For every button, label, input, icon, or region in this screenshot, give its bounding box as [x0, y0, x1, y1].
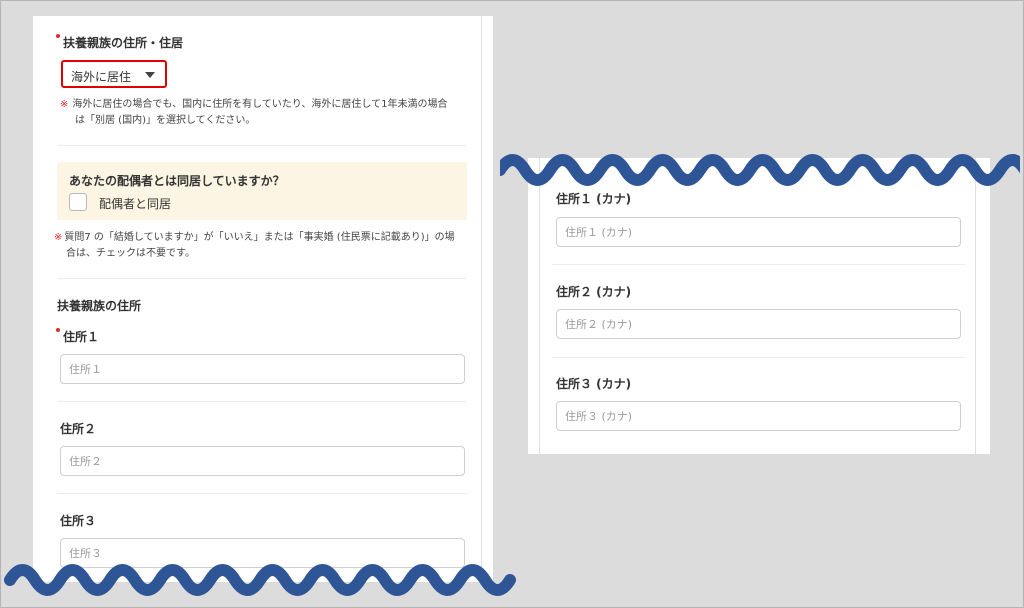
section-divider [552, 357, 965, 358]
residence-note: ※ 海外に居住の場合でも、国内に住所を有していたり、海外に居住して1年未満の場合 … [60, 97, 447, 129]
address1-label: 住所１ [63, 330, 100, 344]
right-form-panel: 住所１ (カナ) 住所２ (カナ) 住所３ (カナ) [528, 158, 990, 454]
residence-note-line1: 海外に居住の場合でも、国内に住所を有していたり、海外に居住して1年未満の場合 [72, 99, 448, 110]
spouse-cohabit-checkbox-label[interactable]: 配偶者と同居 [99, 195, 171, 212]
address3-label: 住所３ [60, 514, 97, 528]
cut-wave-top-icon [500, 154, 1020, 186]
spouse-note-line2: 合は、チェックは不要です。 [66, 248, 195, 259]
address1-input[interactable] [60, 354, 465, 384]
residence-select[interactable]: 海外に居住 [61, 60, 167, 88]
section-divider [57, 401, 467, 402]
section-divider [57, 493, 467, 494]
residence-select-value: 海外に居住 [71, 70, 132, 84]
residence-note-line2: は「別居 (国内)」を選択してください。 [75, 115, 256, 126]
spouse-question: あなたの配偶者とは同居していますか？ [69, 174, 285, 188]
spouse-cohabit-box: あなたの配偶者とは同居していますか？ 配偶者と同居 [57, 162, 467, 220]
section-divider [57, 145, 467, 146]
required-indicator [56, 328, 60, 332]
required-indicator [56, 34, 60, 38]
cut-wave-bottom-icon [4, 564, 516, 596]
spouse-note: ※ 質問7 の「結婚していますか」が「いいえ」または「事実婚 (住民票に記載あり)… [54, 230, 455, 262]
address1-kana-label: 住所１ (カナ) [556, 192, 632, 206]
address2-label: 住所２ [60, 422, 97, 436]
residence-label: 扶養親族の住所・住居 [63, 36, 184, 50]
section-divider [552, 264, 965, 265]
note-mark: ※ [60, 99, 69, 110]
address2-kana-label: 住所２ (カナ) [556, 285, 632, 299]
address3-kana-label: 住所３ (カナ) [556, 377, 632, 391]
address-section-title: 扶養親族の住所 [57, 299, 142, 313]
spouse-cohabit-checkbox[interactable] [69, 193, 87, 211]
address1-kana-input[interactable] [556, 217, 961, 247]
panel-left-border [539, 158, 540, 454]
dropdown-arrow-icon [145, 72, 155, 78]
address3-kana-input[interactable] [556, 401, 961, 431]
address2-input[interactable] [60, 446, 465, 476]
spouse-note-line1: 質問7 の「結婚していますか」が「いいえ」または「事実婚 (住民票に記載あり)」… [64, 232, 455, 243]
section-divider [57, 278, 467, 279]
panel-right-border [975, 158, 976, 454]
address2-kana-input[interactable] [556, 309, 961, 339]
note-mark: ※ [54, 232, 63, 243]
panel-right-border [481, 16, 482, 582]
left-form-panel: 扶養親族の住所・住居 海外に居住 ※ 海外に居住の場合でも、国内に住所を有していた… [33, 16, 493, 582]
